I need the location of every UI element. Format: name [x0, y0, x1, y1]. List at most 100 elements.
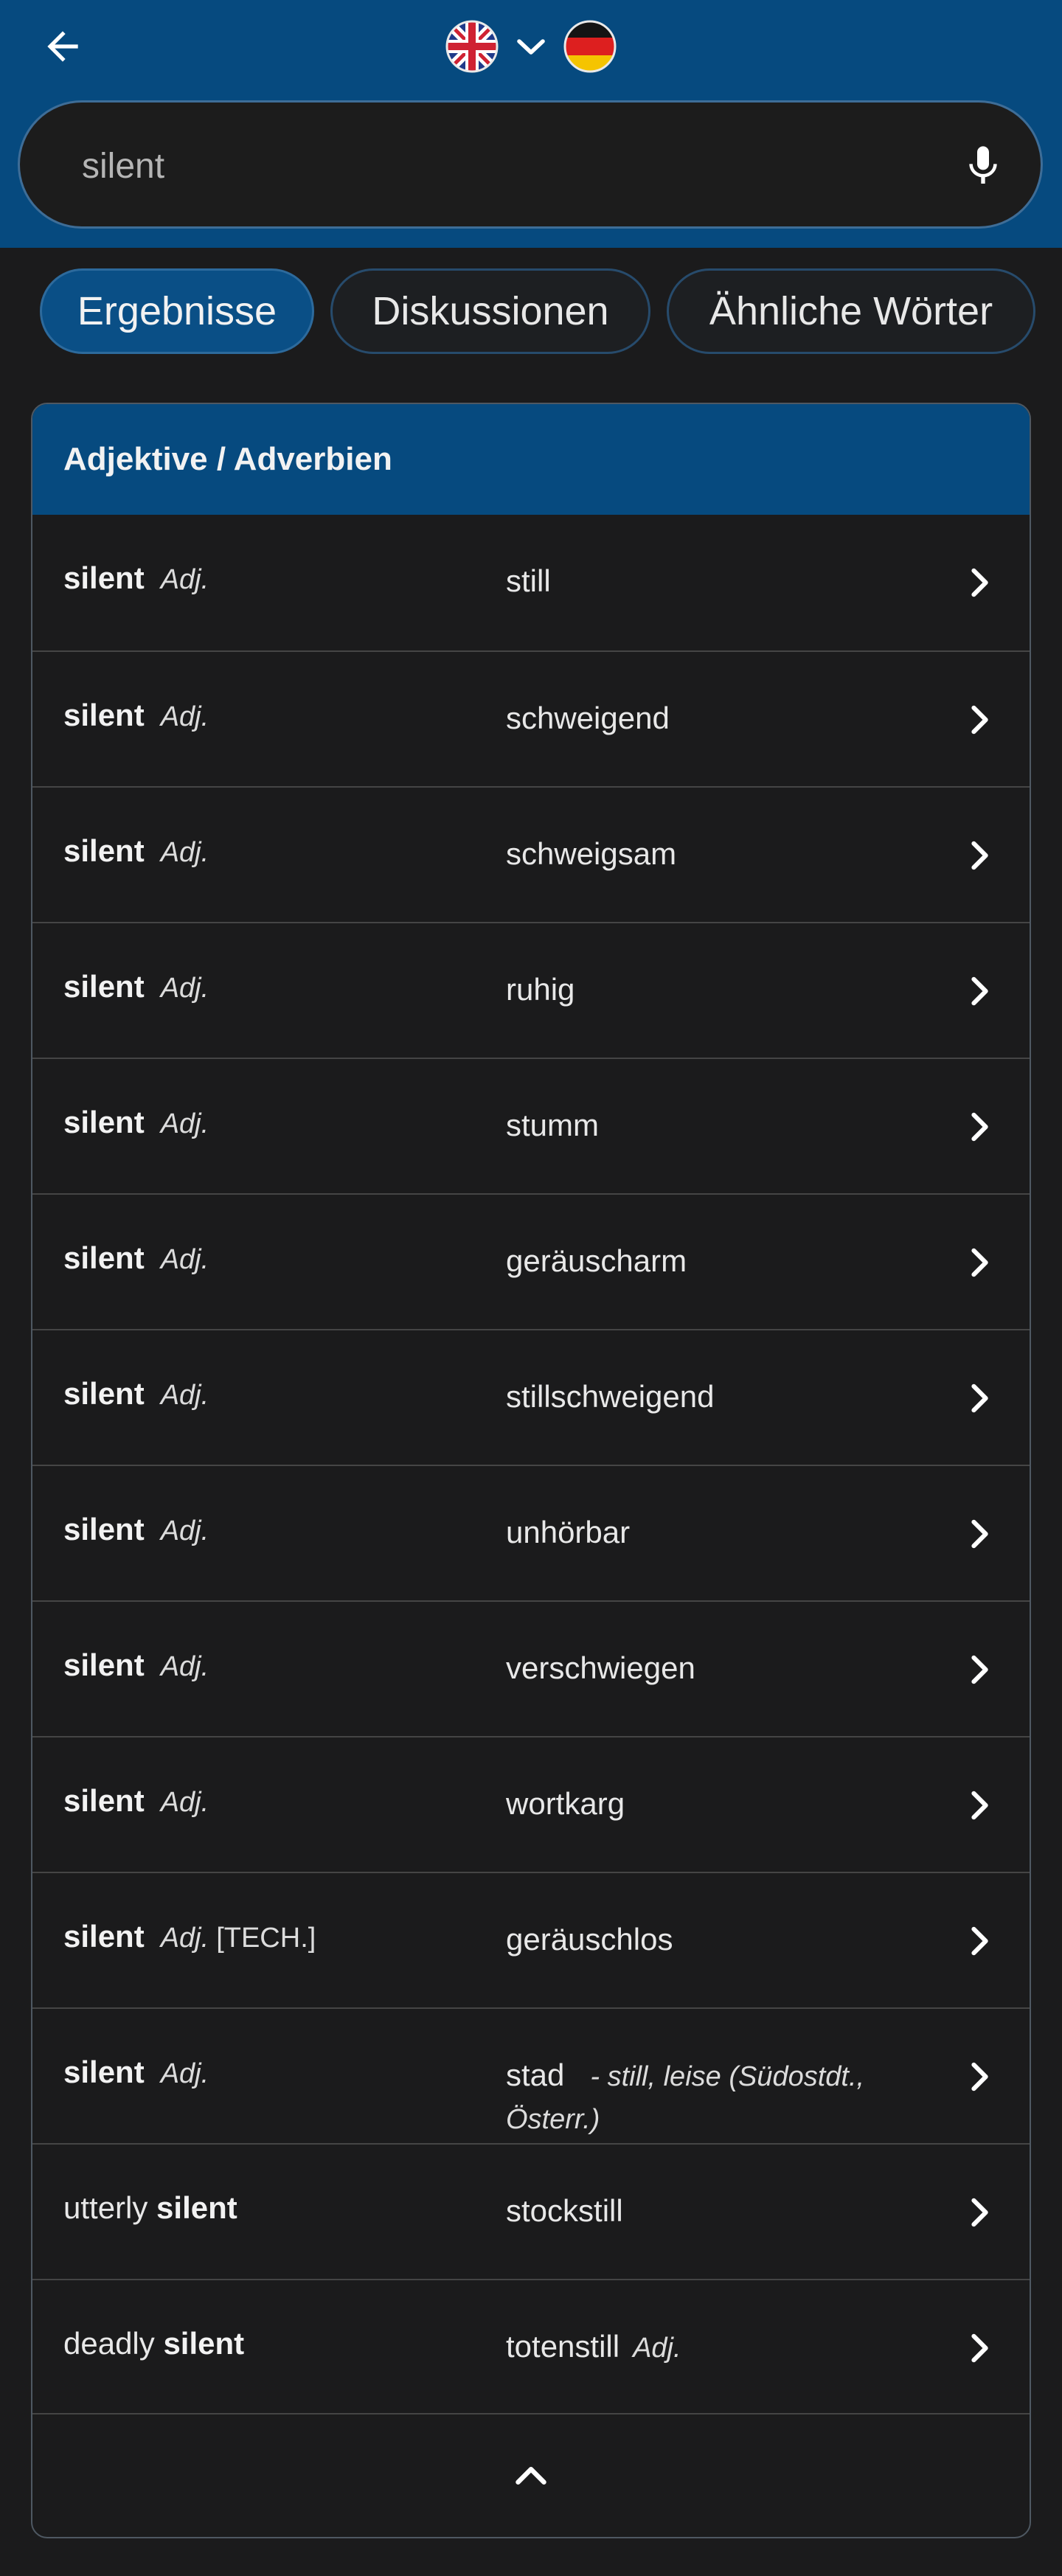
translation-tag: Adj. [633, 2333, 681, 2364]
term-word: silent [63, 1919, 145, 1954]
translation: ruhig [506, 969, 948, 1010]
chevron-down-icon [517, 39, 545, 55]
source-term: utterly silent [63, 2190, 237, 2226]
subject-tag: [TECH.] [216, 1923, 316, 1954]
translation: schweigsam [506, 833, 948, 875]
translation: geräuscharm [506, 1240, 948, 1282]
tab-label: Ergebnisse [77, 289, 277, 333]
translation-word: stillschweigend [506, 1379, 715, 1414]
table-row[interactable]: silent Adj. wortkarg [32, 1736, 1030, 1872]
translation: totenstill Adj. [506, 2326, 948, 2369]
table-row[interactable]: deadly silent totenstill Adj. [32, 2279, 1030, 2414]
table-row[interactable]: silent Adj. schweigend [32, 650, 1030, 786]
chevron-right-icon [971, 1248, 988, 1277]
chevron-right-icon [971, 1926, 988, 1956]
source-term: silent Adj. [63, 1648, 209, 1683]
chevron-right-icon [971, 568, 988, 597]
tab-aehnliche-woerter[interactable]: Ähnliche Wörter [667, 268, 1035, 354]
term-word: silent [63, 1783, 145, 1818]
table-row[interactable]: silent Adj. verschwiegen [32, 1600, 1030, 1736]
source-term: deadly silent [63, 2326, 244, 2361]
translation-word: schweigend [506, 701, 670, 735]
translation: stad - still, leise (Südostdt., Österr.) [506, 2055, 948, 2140]
translation-word: totenstill [506, 2329, 620, 2364]
results-list: silent Adj. still silent Adj. schweigend silen… [32, 515, 1030, 2414]
tab-diskussionen[interactable]: Diskussionen [330, 268, 650, 354]
collapse-button[interactable] [32, 2413, 1030, 2537]
term-word: silent [63, 1105, 145, 1139]
table-row[interactable]: silent Adj. schweigsam [32, 786, 1030, 922]
part-of-speech-tag: Adj. [160, 1516, 209, 1546]
translation-word: stad [506, 2058, 565, 2092]
term-word: silent [63, 2055, 145, 2089]
voice-search-button[interactable] [954, 136, 1013, 195]
part-of-speech-tag: Adj. [160, 1244, 209, 1275]
germany-flag-icon [563, 20, 617, 73]
search-bar[interactable] [18, 100, 1043, 229]
translation: wortkarg [506, 1783, 948, 1825]
translation: schweigend [506, 698, 948, 739]
translation: still [506, 560, 948, 602]
translation-word: stumm [506, 1108, 599, 1142]
chevron-right-icon [971, 2062, 988, 2091]
translation: verschwiegen [506, 1648, 948, 1689]
chevron-right-icon [971, 976, 988, 1006]
table-row[interactable]: silent Adj. still [32, 515, 1030, 650]
translation: geräuschlos [506, 1919, 948, 1960]
table-row[interactable]: silent Adj. ruhig [32, 922, 1030, 1058]
term-word: silent [63, 1240, 145, 1275]
chevron-right-icon [971, 1384, 988, 1413]
part-of-speech-tag: Adj. [160, 1380, 209, 1411]
table-row[interactable]: silent Adj. stad - still, leise (Südostdt.… [32, 2007, 1030, 2143]
term-word: silent [63, 560, 145, 595]
search-input[interactable] [82, 139, 893, 192]
microphone-icon [969, 146, 997, 184]
part-of-speech-tag: Adj. [160, 1787, 209, 1818]
part-of-speech-tag: Adj. [160, 837, 209, 868]
tab-label: Ähnliche Wörter [709, 289, 993, 333]
back-button[interactable] [34, 18, 91, 75]
chevron-right-icon [971, 1791, 988, 1820]
table-row[interactable]: silent Adj. geräuscharm [32, 1193, 1030, 1329]
part-of-speech-tag: Adj. [160, 973, 209, 1004]
source-term: silent Adj. [63, 1240, 209, 1276]
source-term: silent Adj. [63, 698, 209, 733]
chevron-right-icon [971, 1112, 988, 1142]
arrow-left-icon [47, 31, 78, 62]
part-of-speech-tag: Adj. [160, 1923, 209, 1954]
source-term: silent Adj. [63, 1376, 209, 1412]
tab-label: Diskussionen [372, 289, 609, 333]
table-row[interactable]: silent Adj. stumm [32, 1058, 1030, 1193]
tab-ergebnisse[interactable]: Ergebnisse [40, 268, 314, 354]
part-of-speech-tag: Adj. [160, 2058, 209, 2089]
translation-word: stockstill [506, 2193, 623, 2228]
table-row[interactable]: silent Adj. [TECH.] geräuschlos [32, 1872, 1030, 2007]
source-term: silent Adj. [63, 1783, 209, 1819]
source-term: silent Adj. [63, 560, 209, 596]
term-word: silent [63, 1648, 145, 1682]
term-prefix: deadly [63, 2326, 155, 2361]
chevron-right-icon [971, 1655, 988, 1684]
source-term: silent Adj. [63, 1105, 209, 1140]
translation-word: verschwiegen [506, 1650, 695, 1685]
result-tabs: Ergebnisse Diskussionen Ähnliche Wörter [0, 248, 1062, 366]
translation: stockstill [506, 2190, 948, 2232]
table-row[interactable]: silent Adj. unhörbar [32, 1465, 1030, 1600]
language-switch[interactable] [445, 16, 617, 77]
translation: stillschweigend [506, 1376, 948, 1417]
section-title: Adjektive / Adverbien [32, 404, 1030, 515]
chevron-right-icon [971, 2333, 988, 2363]
source-term: silent Adj. [63, 1512, 209, 1547]
translation-word: geräuschlos [506, 1922, 673, 1957]
results-card: Adjektive / Adverbien silent Adj. still sil… [31, 403, 1031, 2538]
table-row[interactable]: silent Adj. stillschweigend [32, 1329, 1030, 1465]
chevron-up-icon [516, 2467, 546, 2485]
united-kingdom-flag-icon [445, 20, 499, 73]
term-word: silent [63, 1512, 145, 1546]
table-row[interactable]: utterly silent stockstill [32, 2143, 1030, 2279]
term-word: silent [63, 1376, 145, 1411]
translation-word: still [506, 563, 551, 598]
translation-word: ruhig [506, 972, 575, 1007]
chevron-right-icon [971, 1519, 988, 1549]
term-word: silent [163, 2326, 245, 2361]
